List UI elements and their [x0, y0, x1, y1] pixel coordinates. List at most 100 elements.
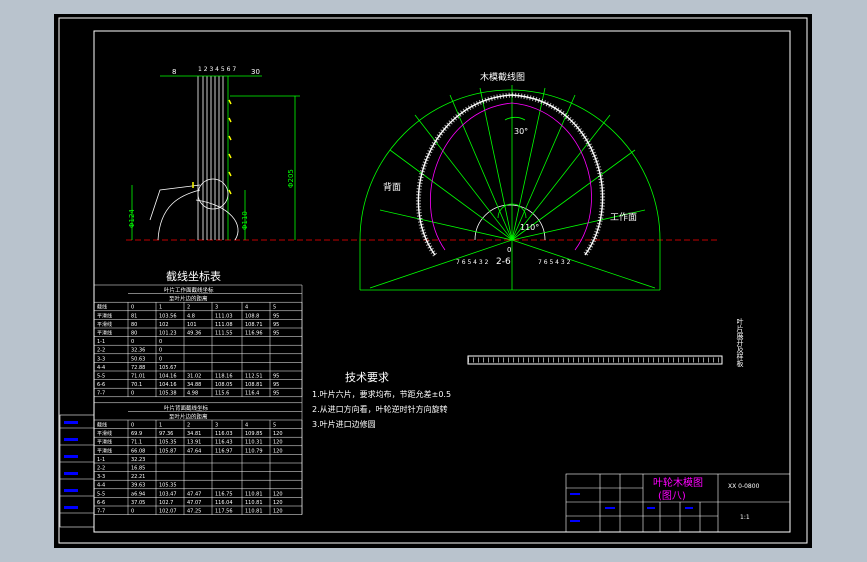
table-cell: 120 — [273, 491, 283, 497]
table-cell: 95 — [273, 382, 279, 388]
table-header: 5 — [273, 305, 276, 311]
table-cell: 95 — [273, 313, 279, 319]
dim-label-mid: Φ110 — [241, 211, 249, 230]
table-cell: 120 — [273, 431, 283, 437]
table-cell: 102 — [159, 322, 169, 328]
table-cell: 5-5 — [97, 491, 105, 497]
table-cell: 116.4 — [245, 391, 259, 397]
table-header: 4 — [245, 423, 248, 429]
table-cell: 7-7 — [97, 391, 105, 397]
table-header: 截线 — [97, 304, 107, 311]
table-cell: 47.64 — [187, 448, 201, 454]
label-back: 背面 — [383, 181, 401, 193]
table-cell: 39.63 — [131, 483, 145, 489]
table-cell: 7-7 — [97, 509, 105, 515]
side-label: 叶片展开及样板 — [736, 317, 744, 368]
table-cell: 105.67 — [159, 365, 177, 371]
table-cell: 105.38 — [159, 391, 177, 397]
table-cell: 108.81 — [245, 382, 263, 388]
table-cell: 97.36 — [159, 431, 173, 437]
table-cell: 116.43 — [215, 440, 233, 446]
table-cell: 0 — [131, 339, 134, 345]
table-cell: 2-2 — [97, 348, 105, 354]
table-cell: 5-5 — [97, 374, 105, 380]
table-cell: 3-3 — [97, 474, 105, 480]
table-cell: 80 — [131, 331, 137, 337]
table-cell: 69.9 — [131, 431, 142, 437]
table-cell: 49.36 — [187, 331, 201, 337]
table-cell: 6-6 — [97, 382, 105, 388]
table-cell: 1-1 — [97, 339, 105, 345]
table-cell: 103.47 — [159, 491, 177, 497]
left-top-label: 8 — [172, 68, 176, 76]
table-cell: 平滑线 — [97, 439, 112, 446]
table-cell: 105.35 — [159, 440, 177, 446]
table-cell: 平滑线 — [97, 330, 112, 337]
table-cell: 115.6 — [215, 391, 229, 397]
table-header: 0 — [131, 423, 134, 429]
table-cell: 32.23 — [131, 457, 145, 463]
table-cell: 110.31 — [245, 440, 263, 446]
table-cell: 4-4 — [97, 365, 105, 371]
table-cell: 6-6 — [97, 500, 105, 506]
table-cell: 16.85 — [131, 466, 145, 472]
table-cell: 95 — [273, 374, 279, 380]
left-top-right: 30 — [251, 68, 260, 76]
table-cell: 108.8 — [245, 313, 259, 319]
table-cell: a6.94 — [131, 491, 145, 497]
table-cell: 110.81 — [245, 500, 263, 506]
table-header: 3 — [215, 423, 218, 429]
table-cell: 120 — [273, 500, 283, 506]
table-cell: 108.05 — [215, 382, 233, 388]
tech-line: 2.从进口方向看，叶轮逆时针方向旋转 — [312, 404, 448, 414]
table-header: 1 — [159, 423, 162, 429]
table-section-title: 叶片工作面截线坐标 — [164, 286, 214, 294]
drawing-code: XX 0-0800 — [728, 483, 760, 490]
bottom-label: 2-6 — [496, 257, 511, 267]
table-cell: 平滑线 — [97, 447, 112, 454]
table-cell: 0 — [131, 391, 134, 397]
table-cell: 105.35 — [159, 483, 177, 489]
table-cell: 111.55 — [215, 331, 233, 337]
table-cell: 111.08 — [215, 322, 233, 328]
table-section-title: 叶片背面截线坐标 — [164, 404, 209, 412]
table-cell: 116.75 — [215, 491, 233, 497]
table-cell: 47.25 — [187, 509, 201, 515]
table-header: 0 — [131, 305, 134, 311]
table-header: 2 — [187, 423, 190, 429]
table-header: 5 — [273, 423, 276, 429]
table-cell: 34.88 — [187, 382, 201, 388]
section-view-title: 木模截线图 — [480, 71, 525, 83]
cad-canvas: 8 1 2 3 4 5 6 7 30 Φ124 Φ110 Φ205 木模截线图 … — [0, 0, 867, 562]
table-header: 4 — [245, 305, 248, 311]
table-cell: 102.7 — [159, 500, 173, 506]
table-cell: 103.56 — [159, 313, 177, 319]
table-cell: 71.01 — [131, 374, 145, 380]
table-cell: 95 — [273, 391, 279, 397]
table-cell: 120 — [273, 509, 283, 515]
table-cell: 0 — [159, 356, 162, 362]
table-title: 截线坐标表 — [166, 269, 221, 283]
drawing-name: 叶轮木模图 — [653, 476, 703, 489]
table-cell: 112.51 — [245, 374, 263, 380]
table-cell: 4-4 — [97, 483, 105, 489]
table-cell: 34.81 — [187, 431, 201, 437]
table-cell: 110.79 — [245, 448, 263, 454]
table-cell: 4.8 — [187, 313, 195, 319]
table-cell: 102.07 — [159, 509, 177, 515]
table-cell: 111.03 — [215, 313, 233, 319]
right-nums: 7 6 5 4 3 2 — [538, 259, 571, 266]
table-cell: 116.97 — [215, 448, 233, 454]
table-cell: 110.81 — [245, 509, 263, 515]
left-nums: 7 6 5 4 3 2 — [456, 259, 489, 266]
table-cell: 120 — [273, 440, 283, 446]
tech-line: 3.叶片进口边修圆 — [312, 419, 376, 429]
table-cell: 105.87 — [159, 448, 177, 454]
left-top-nums: 1 2 3 4 5 6 7 — [198, 66, 236, 73]
table-cell: 0 — [131, 509, 134, 515]
table-cell: 104.16 — [159, 382, 177, 388]
table-cell: 13.91 — [187, 440, 201, 446]
label-work: 工作面 — [610, 211, 637, 223]
table-cell: 101.23 — [159, 331, 177, 337]
table-cell: 0 — [159, 339, 162, 345]
